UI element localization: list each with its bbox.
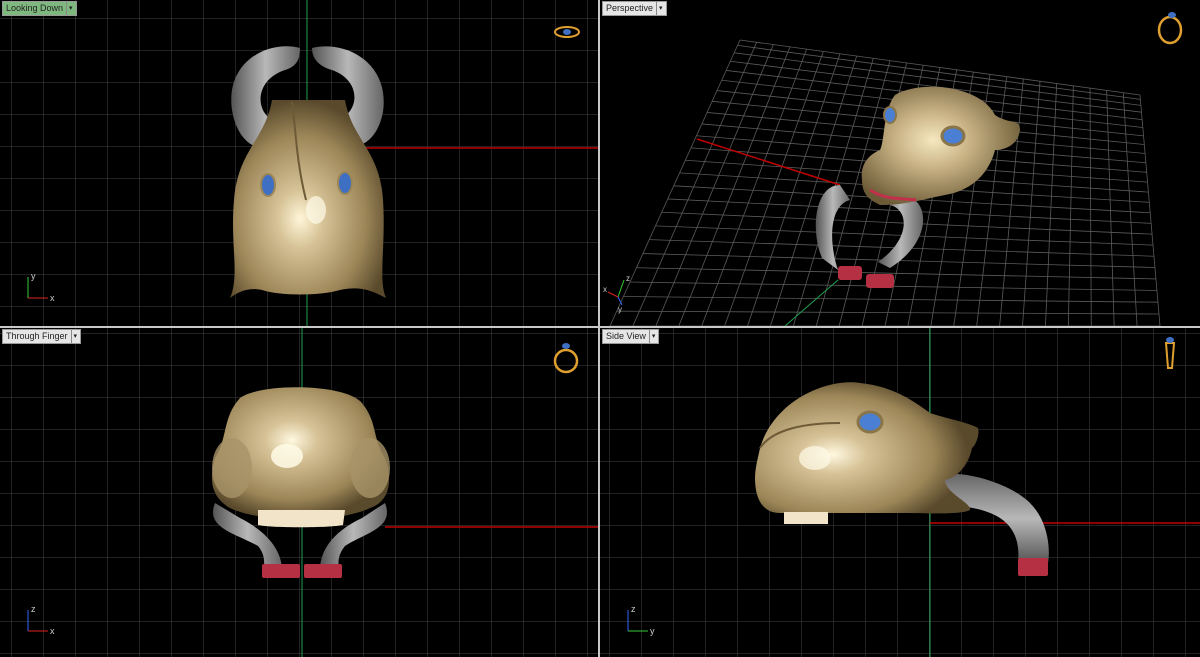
gizmo-label-z: z — [631, 604, 636, 614]
viewport-looking-down[interactable]: y x Looking Down ▾ — [0, 0, 598, 326]
gizmo-label-x: x — [50, 626, 55, 636]
y-axis-line-persp — [784, 279, 839, 326]
viewport-title-text: Perspective — [606, 3, 654, 13]
ring-model-perspective[interactable] — [815, 86, 1020, 288]
gizmo-label-z: z — [626, 274, 630, 283]
chevron-down-icon[interactable]: ▾ — [70, 330, 77, 343]
ring-perspective-icon[interactable] — [1157, 12, 1183, 45]
viewport-title-text: Looking Down — [6, 3, 64, 13]
gizmo-label-y: y — [650, 626, 655, 636]
viewport-title-side-view[interactable]: Side View ▾ — [602, 329, 660, 344]
viewport-title-perspective[interactable]: Perspective ▾ — [602, 1, 667, 16]
viewport-title-through-finger[interactable]: Through Finger ▾ — [2, 329, 82, 344]
viewport-divider-vertical[interactable] — [598, 0, 600, 657]
viewport-through-finger[interactable]: z x Through Finger ▾ — [0, 328, 598, 657]
viewport-canvas-front[interactable]: z x — [0, 328, 598, 657]
viewport-perspective[interactable]: z y x Perspective ▾ — [600, 0, 1200, 326]
viewport-title-text: Side View — [606, 331, 646, 341]
viewport-canvas-top[interactable]: y x — [0, 0, 598, 326]
viewport-side-view[interactable]: z y Side View ▾ — [600, 328, 1200, 657]
gizmo-label-x: x — [50, 293, 55, 303]
axis-gizmo-perspective: z y x — [603, 274, 630, 314]
chevron-down-icon[interactable]: ▾ — [656, 2, 663, 15]
gizmo-label-z: z — [31, 604, 36, 614]
chevron-down-icon[interactable]: ▾ — [66, 2, 73, 15]
viewport-canvas-perspective[interactable]: z y x — [600, 0, 1200, 326]
gizmo-label-y: y — [618, 305, 622, 314]
gizmo-label-x: x — [603, 285, 607, 294]
chevron-down-icon[interactable]: ▾ — [648, 330, 655, 343]
viewport-title-text: Through Finger — [6, 331, 68, 341]
gizmo-label-y: y — [31, 271, 36, 281]
viewport-divider-horizontal[interactable] — [0, 326, 1200, 328]
viewport-canvas-side[interactable]: z y — [600, 328, 1200, 657]
viewport-title-looking-down[interactable]: Looking Down ▾ — [2, 1, 77, 16]
